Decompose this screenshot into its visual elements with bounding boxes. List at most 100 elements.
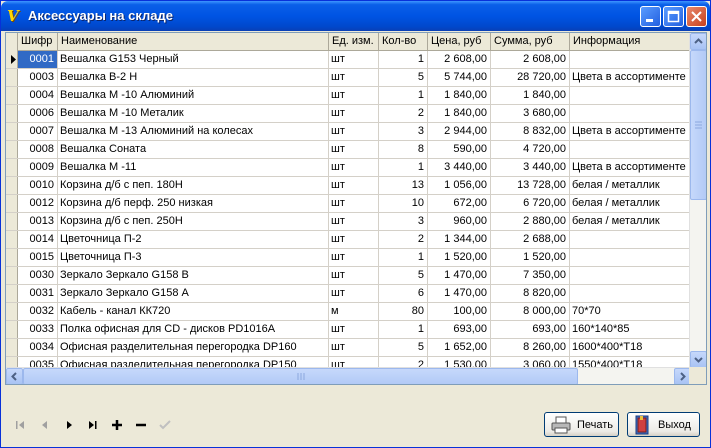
- table-row[interactable]: 0034 Офисная разделительная перегородка D…: [6, 339, 690, 357]
- cell-unit[interactable]: шт: [329, 231, 379, 248]
- cell-info[interactable]: белая / металлик: [570, 177, 690, 194]
- cell-price[interactable]: 5 744,00: [428, 69, 491, 86]
- cell-price[interactable]: 3 440,00: [428, 159, 491, 176]
- table-row[interactable]: 0009 Вешалка М -11 шт 1 3 440,00 3 440,00 Цвет…: [6, 159, 690, 177]
- cell-qty[interactable]: 1: [379, 51, 428, 68]
- row-indicator[interactable]: [6, 123, 18, 140]
- first-record-icon[interactable]: [11, 415, 31, 435]
- column-header[interactable]: Цена, руб: [428, 33, 491, 51]
- cell-name[interactable]: Зеркало Зеркало G158 А: [58, 285, 329, 302]
- row-indicator[interactable]: [6, 249, 18, 266]
- cell-qty[interactable]: 1: [379, 321, 428, 338]
- cell-info[interactable]: Цвета в ассортименте: [570, 69, 690, 86]
- row-indicator[interactable]: [6, 87, 18, 104]
- exit-button[interactable]: Выход: [627, 412, 700, 437]
- cell-name[interactable]: Корзина д/б перф. 250 низкая: [58, 195, 329, 212]
- cell-qty[interactable]: 6: [379, 285, 428, 302]
- cell-unit[interactable]: шт: [329, 69, 379, 86]
- table-row[interactable]: 0008 Вешалка Соната шт 8 590,00 4 720,00: [6, 141, 690, 159]
- cell-qty[interactable]: 1: [379, 159, 428, 176]
- cell-info[interactable]: [570, 285, 690, 302]
- cell-name[interactable]: Вешалка М -13 Алюминий на колесах: [58, 123, 329, 140]
- cell-qty[interactable]: 80: [379, 303, 428, 320]
- cell-price[interactable]: 1 056,00: [428, 177, 491, 194]
- cell-sum[interactable]: 2 688,00: [491, 231, 570, 248]
- cell-qty[interactable]: 3: [379, 213, 428, 230]
- cell-name[interactable]: Вешалка М -10 Металик: [58, 105, 329, 122]
- table-row[interactable]: 0004 Вешалка М -10 Алюминий шт 1 1 840,00 1 8…: [6, 87, 690, 105]
- cell-sum[interactable]: 7 350,00: [491, 267, 570, 284]
- cell-name[interactable]: Кабель - канал КК720: [58, 303, 329, 320]
- cell-unit[interactable]: шт: [329, 321, 379, 338]
- cell-qty[interactable]: 13: [379, 177, 428, 194]
- cell-code[interactable]: 0009: [18, 159, 58, 176]
- cell-sum[interactable]: 2 880,00: [491, 213, 570, 230]
- cell-qty[interactable]: 5: [379, 339, 428, 356]
- cell-qty[interactable]: 2: [379, 105, 428, 122]
- cell-info[interactable]: белая / металлик: [570, 213, 690, 230]
- cell-sum[interactable]: 28 720,00: [491, 69, 570, 86]
- cell-code[interactable]: 0031: [18, 285, 58, 302]
- table-row[interactable]: 0012 Корзина д/б перф. 250 низкая шт 10 672,…: [6, 195, 690, 213]
- accessories-grid[interactable]: Шифр Наименование Ед. изм. Кол-во Цена, …: [5, 32, 707, 385]
- cell-code[interactable]: 0004: [18, 87, 58, 104]
- prior-record-icon[interactable]: [35, 415, 55, 435]
- cell-price[interactable]: 2 608,00: [428, 51, 491, 68]
- cell-sum[interactable]: 13 728,00: [491, 177, 570, 194]
- row-indicator[interactable]: [6, 51, 18, 68]
- cell-qty[interactable]: 2: [379, 231, 428, 248]
- cell-unit[interactable]: шт: [329, 159, 379, 176]
- row-indicator[interactable]: [6, 285, 18, 302]
- cell-code[interactable]: 0008: [18, 141, 58, 158]
- cell-sum[interactable]: 4 720,00: [491, 141, 570, 158]
- cell-sum[interactable]: 3 680,00: [491, 105, 570, 122]
- vertical-scroll-thumb[interactable]: [690, 50, 706, 200]
- cell-price[interactable]: 1 344,00: [428, 231, 491, 248]
- row-indicator[interactable]: [6, 321, 18, 338]
- cell-info[interactable]: 1600*400*T18: [570, 339, 690, 356]
- cell-price[interactable]: 693,00: [428, 321, 491, 338]
- cell-info[interactable]: Цвета в ассортименте: [570, 123, 690, 140]
- cell-name[interactable]: Корзина д/б с пеп. 250Н: [58, 213, 329, 230]
- horizontal-scrollbar[interactable]: [6, 367, 691, 384]
- cell-sum[interactable]: 2 608,00: [491, 51, 570, 68]
- cell-code[interactable]: 0032: [18, 303, 58, 320]
- cell-price[interactable]: 672,00: [428, 195, 491, 212]
- cell-name[interactable]: Корзина д/б с пеп. 180Н: [58, 177, 329, 194]
- table-row[interactable]: 0006 Вешалка М -10 Металик шт 2 1 840,00 3 68…: [6, 105, 690, 123]
- table-row[interactable]: 0031 Зеркало Зеркало G158 Ашт 6 1 470,00 8 8…: [6, 285, 690, 303]
- maximize-button[interactable]: [663, 6, 684, 27]
- column-header[interactable]: Ед. изм.: [329, 33, 379, 51]
- cell-unit[interactable]: шт: [329, 51, 379, 68]
- cell-sum[interactable]: 6 720,00: [491, 195, 570, 212]
- cell-qty[interactable]: 1: [379, 87, 428, 104]
- cell-code[interactable]: 0014: [18, 231, 58, 248]
- cell-name[interactable]: Вешалка G153 Черный: [58, 51, 329, 68]
- cell-price[interactable]: 1 470,00: [428, 285, 491, 302]
- row-indicator[interactable]: [6, 231, 18, 248]
- cell-code[interactable]: 0003: [18, 69, 58, 86]
- cell-name[interactable]: Офисная разделительная перегородка DP160: [58, 339, 329, 356]
- cell-info[interactable]: [570, 267, 690, 284]
- table-row[interactable]: 0001 Вешалка G153 Черный шт 1 2 608,00 2 608,…: [6, 51, 690, 69]
- cell-price[interactable]: 2 944,00: [428, 123, 491, 140]
- cell-price[interactable]: 100,00: [428, 303, 491, 320]
- print-button[interactable]: Печать: [544, 412, 619, 437]
- cell-code[interactable]: 0012: [18, 195, 58, 212]
- minimize-button[interactable]: [640, 6, 661, 27]
- cell-qty[interactable]: 5: [379, 69, 428, 86]
- table-row[interactable]: 0033 Полка офисная для CD - дисков PD1016…: [6, 321, 690, 339]
- row-indicator[interactable]: [6, 159, 18, 176]
- column-header[interactable]: Кол-во: [379, 33, 428, 51]
- table-row[interactable]: 0014 Цветочница П-2 шт 2 1 344,00 2 688,00: [6, 231, 690, 249]
- cell-code[interactable]: 0034: [18, 339, 58, 356]
- cell-name[interactable]: Вешалка В-2 Н: [58, 69, 329, 86]
- cell-unit[interactable]: шт: [329, 123, 379, 140]
- cell-price[interactable]: 1 840,00: [428, 105, 491, 122]
- insert-record-icon[interactable]: [107, 415, 127, 435]
- cell-code[interactable]: 0033: [18, 321, 58, 338]
- row-indicator[interactable]: [6, 69, 18, 86]
- cell-code[interactable]: 0015: [18, 249, 58, 266]
- cell-code[interactable]: 0030: [18, 267, 58, 284]
- cell-unit[interactable]: шт: [329, 141, 379, 158]
